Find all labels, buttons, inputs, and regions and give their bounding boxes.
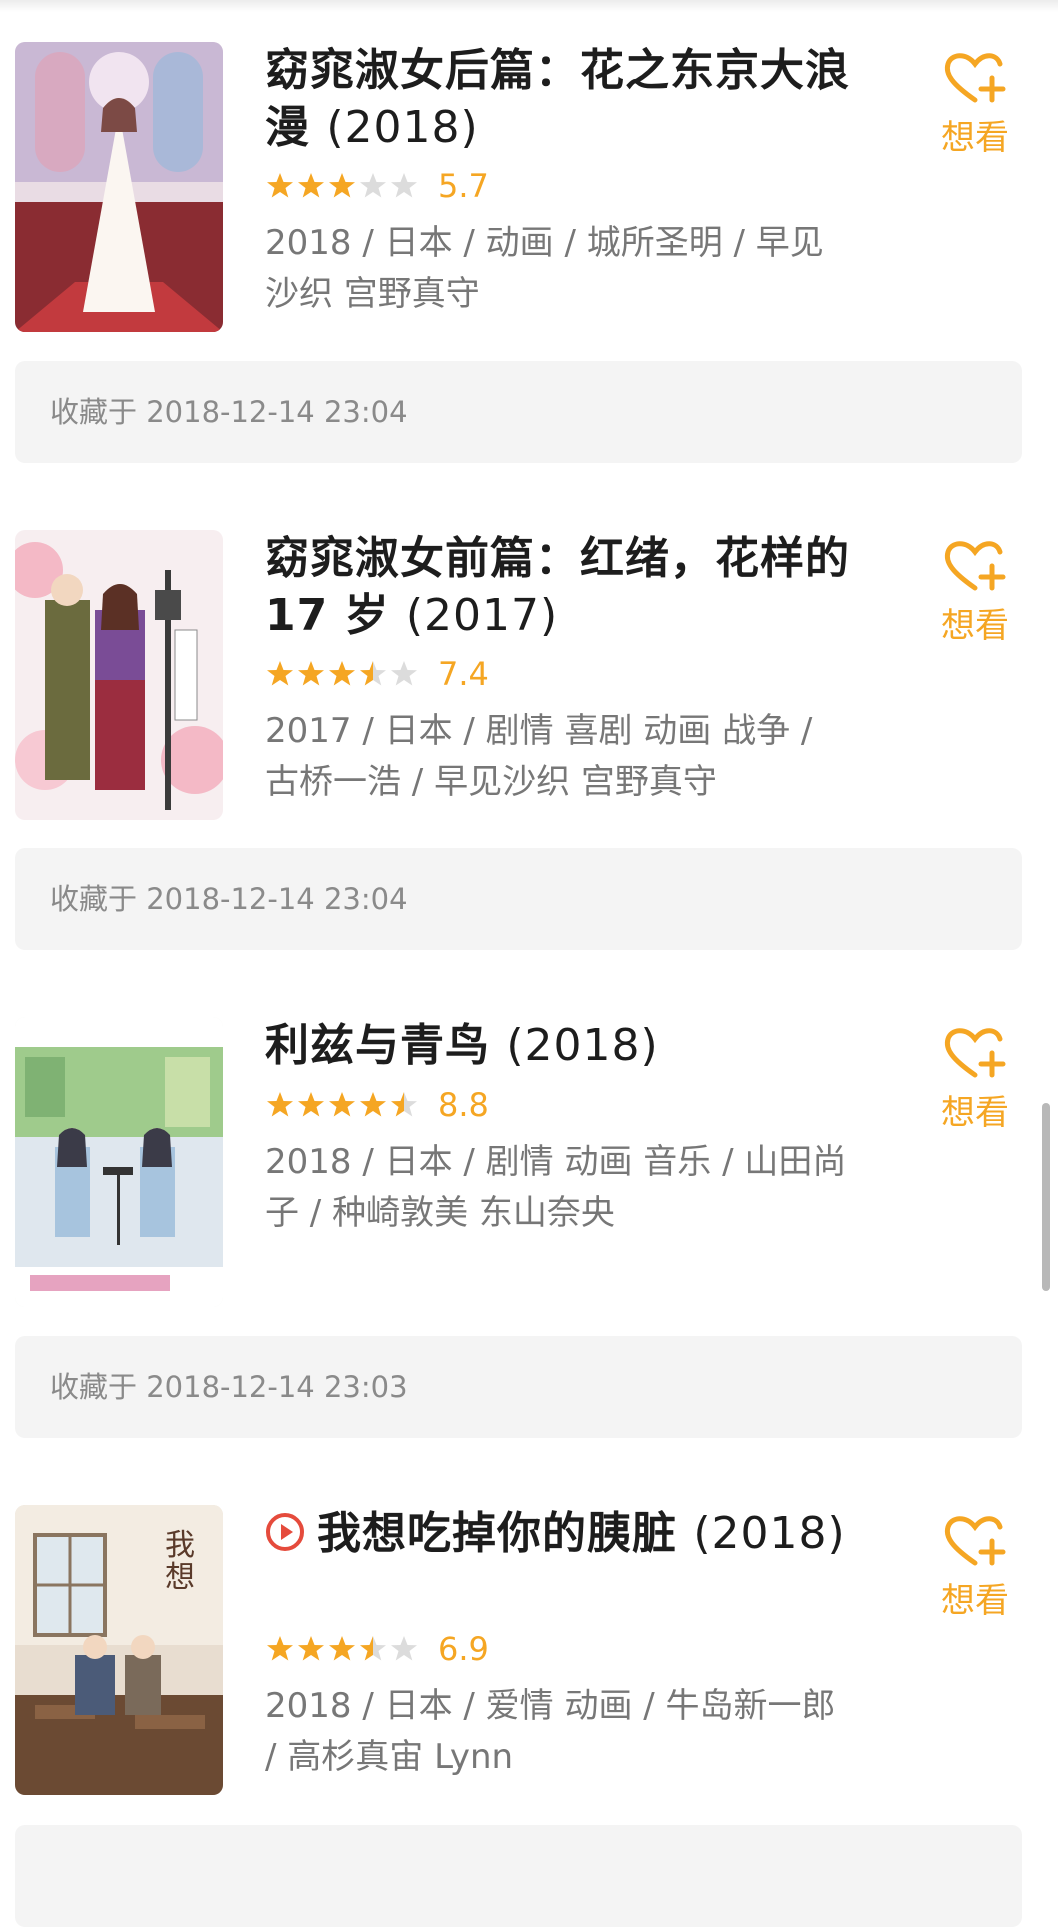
rating-score: 7.4 <box>438 655 489 693</box>
want-to-watch-button[interactable]: 想看 <box>935 538 1015 647</box>
star-icon <box>391 173 417 198</box>
heart-plus-icon <box>944 1516 1006 1566</box>
star-icon <box>267 173 293 198</box>
rating-score: 8.8 <box>438 1086 489 1124</box>
heart-plus-icon <box>944 541 1006 591</box>
collected-timestamp: 收藏于 2018-12-14 23:04 <box>15 848 1022 950</box>
movie-poster[interactable] <box>15 42 223 332</box>
rating-row: 8.8 <box>265 1085 489 1125</box>
star-icon <box>329 1636 355 1661</box>
want-to-watch-label: 想看 <box>941 118 1009 158</box>
collected-timestamp: 收藏于 2018-12-14 23:03 <box>15 1336 1022 1438</box>
star-icon <box>298 173 324 198</box>
star-rating <box>265 1090 420 1120</box>
star-icon <box>267 1636 293 1661</box>
movie-title[interactable]: 利兹与青鸟 (2018) <box>265 1017 865 1074</box>
movie-item[interactable]: 我 想 我想吃掉你的胰脏 (2018) 6.9 2018 / 日本 / 爱情 动… <box>0 1505 1058 1927</box>
movie-poster[interactable] <box>15 1017 223 1307</box>
rating-row: 6.9 <box>265 1629 489 1669</box>
movie-item[interactable]: 窈窕淑女前篇：红绪，花样的 17 岁 (2017) 7.4 2017 / 日本 … <box>0 530 1058 950</box>
rating-row: 7.4 <box>265 654 489 694</box>
top-edge <box>0 0 1058 12</box>
movie-title[interactable]: 窈窕淑女前篇：红绪，花样的 17 岁 (2017) <box>265 530 865 644</box>
svg-text:我: 我 <box>165 1528 195 1563</box>
star-icon <box>391 1636 417 1661</box>
movie-title[interactable]: 我想吃掉你的胰脏 (2018) <box>265 1505 865 1562</box>
collected-timestamp: 收藏于 2018-12-14 23:04 <box>15 361 1022 463</box>
star-icon <box>391 661 417 686</box>
star-icon <box>391 1092 417 1117</box>
rating-row: 5.7 <box>265 166 489 206</box>
star-icon <box>360 1636 386 1661</box>
movie-meta: 2017 / 日本 / 剧情 喜剧 动画 战争 / 古桥一浩 / 早见沙织 宫野… <box>265 711 813 802</box>
star-rating <box>265 171 420 201</box>
collected-timestamp <box>15 1825 1022 1927</box>
star-icon <box>360 1092 386 1117</box>
movie-meta: 2018 / 日本 / 动画 / 城所圣明 / 早见沙织 宫野真守 <box>265 223 824 314</box>
movie-poster[interactable]: 我 想 <box>15 1505 223 1795</box>
want-to-watch-button[interactable]: 想看 <box>935 50 1015 159</box>
movie-meta: 2018 / 日本 / 爱情 动画 / 牛岛新一郎 / 高杉真宙 Lynn <box>265 1686 836 1777</box>
heart-plus-icon <box>944 53 1006 103</box>
star-icon <box>267 1092 293 1117</box>
star-icon <box>360 661 386 686</box>
scrollbar[interactable] <box>1042 1103 1050 1291</box>
movie-poster[interactable] <box>15 530 223 820</box>
star-icon <box>267 661 293 686</box>
star-icon <box>298 1092 324 1117</box>
star-icon <box>329 1092 355 1117</box>
movie-title[interactable]: 窈窕淑女后篇：花之东京大浪漫 (2018) <box>265 42 865 156</box>
heart-plus-icon <box>944 1028 1006 1078</box>
want-to-watch-button[interactable]: 想看 <box>935 1513 1015 1622</box>
star-rating <box>265 659 420 689</box>
want-to-watch-label: 想看 <box>941 1093 1009 1133</box>
play-circle-icon[interactable] <box>265 1512 305 1552</box>
want-to-watch-label: 想看 <box>941 606 1009 646</box>
svg-text:想: 想 <box>165 1560 195 1595</box>
movie-item[interactable]: 窈窕淑女后篇：花之东京大浪漫 (2018) 5.7 2018 / 日本 / 动画… <box>0 42 1058 463</box>
star-icon <box>298 661 324 686</box>
rating-score: 6.9 <box>438 1630 489 1668</box>
movie-meta: 2018 / 日本 / 剧情 动画 音乐 / 山田尚子 / 种崎敦美 东山奈央 <box>265 1142 847 1233</box>
star-icon <box>360 173 386 198</box>
star-icon <box>329 173 355 198</box>
want-to-watch-button[interactable]: 想看 <box>935 1025 1015 1134</box>
star-rating <box>265 1634 420 1664</box>
rating-score: 5.7 <box>438 167 489 205</box>
movie-item[interactable]: 利兹与青鸟 (2018) 8.8 2018 / 日本 / 剧情 动画 音乐 / … <box>0 1017 1058 1438</box>
want-to-watch-label: 想看 <box>941 1581 1009 1621</box>
star-icon <box>298 1636 324 1661</box>
star-icon <box>329 661 355 686</box>
